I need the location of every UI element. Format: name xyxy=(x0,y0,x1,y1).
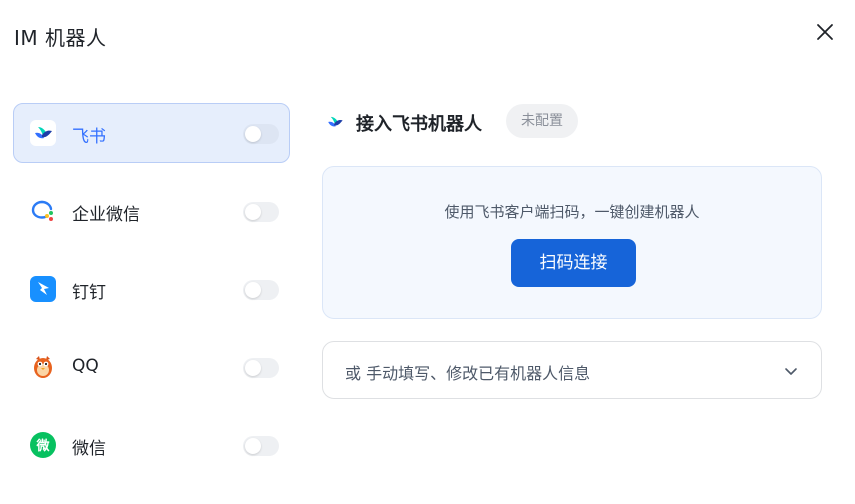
manual-config-label: 或 手动填写、修改已有机器人信息 xyxy=(345,364,591,383)
feishu-logo-icon xyxy=(328,116,343,127)
scan-hint-text: 使用飞书客户端扫码，一键创建机器人 xyxy=(444,203,700,221)
qq-penguin-icon xyxy=(34,356,52,378)
sidebar-item-feishu[interactable]: 飞书 xyxy=(13,103,290,163)
sidebar-item-label: QQ xyxy=(72,356,99,376)
dingtalk-toggle[interactable] xyxy=(243,280,279,300)
dialog-title: IM 机器人 xyxy=(14,26,107,50)
status-badge: 未配置 xyxy=(506,104,578,138)
panel-title: 接入飞书机器人 xyxy=(356,114,482,135)
scan-connect-card: 使用飞书客户端扫码，一键创建机器人 扫码连接 xyxy=(322,166,822,319)
sidebar-item-label: 钉钉 xyxy=(72,283,106,303)
close-icon[interactable] xyxy=(813,20,837,44)
chevron-down-icon[interactable] xyxy=(783,363,799,379)
sidebar-item-qq[interactable]: QQ xyxy=(13,337,290,397)
wechat-toggle[interactable] xyxy=(243,436,279,456)
scan-connect-button[interactable]: 扫码连接 xyxy=(511,239,636,287)
qq-toggle[interactable] xyxy=(243,358,279,378)
sidebar-item-wechat[interactable]: 微 微信 xyxy=(13,415,290,475)
wechat-logo-icon: 微 xyxy=(30,432,56,458)
feishu-toggle[interactable] xyxy=(243,124,279,144)
sidebar-item-label: 飞书 xyxy=(72,127,106,147)
manual-config-dropdown[interactable]: 或 手动填写、修改已有机器人信息 xyxy=(322,341,822,399)
dingtalk-logo-icon xyxy=(30,276,56,302)
wecom-logo-icon xyxy=(31,200,53,221)
close-button[interactable] xyxy=(813,20,837,44)
sidebar-item-wecom[interactable]: 企业微信 xyxy=(13,181,290,241)
sidebar-item-label: 企业微信 xyxy=(72,205,140,225)
panel-header: 接入飞书机器人 未配置 xyxy=(322,104,822,138)
sidebar-item-dingtalk[interactable]: 钉钉 xyxy=(13,259,290,319)
sidebar-item-label: 微信 xyxy=(72,439,106,459)
feishu-config-panel: 接入飞书机器人 未配置 使用飞书客户端扫码，一键创建机器人 扫码连接 或 手动填… xyxy=(322,104,822,399)
feishu-logo-icon xyxy=(30,120,56,146)
wecom-toggle[interactable] xyxy=(243,202,279,222)
im-platform-sidebar: 飞书 企业微信 钉钉 QQ 微 微信 xyxy=(13,103,290,493)
svg-text:微: 微 xyxy=(35,438,50,454)
